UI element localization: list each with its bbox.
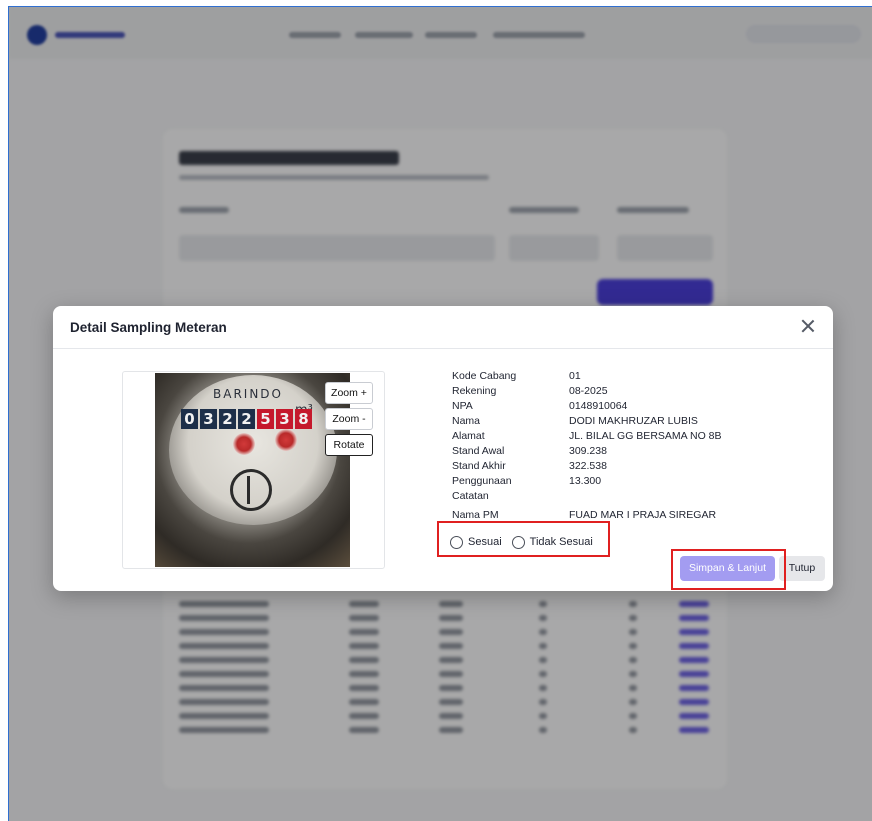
meter-digit: 3 [200, 409, 217, 429]
browser-viewport: Detail Sampling Meteran BARINDO m³ 03225… [8, 6, 872, 821]
meter-digit: 2 [219, 409, 236, 429]
meter-photo-frame: BARINDO m³ 0322538 Zoom + Zoom - Rotate [122, 371, 385, 569]
detail-label: Penggunaan [452, 475, 512, 487]
meter-red-dial [275, 429, 297, 451]
meter-brand-text: BARINDO [213, 387, 283, 401]
detail-label: NPA [452, 400, 473, 412]
detail-label: Alamat [452, 430, 485, 442]
zoom-out-button[interactable]: Zoom - [325, 408, 373, 430]
detail-value: FUAD MAR I PRAJA SIREGAR [569, 509, 717, 521]
detail-value: 309.238 [569, 445, 607, 457]
meter-digit: 0 [181, 409, 198, 429]
highlight-box-options [437, 521, 610, 557]
meter-photo[interactable]: BARINDO m³ 0322538 [155, 373, 350, 567]
meter-digit: 2 [238, 409, 255, 429]
image-tools: Zoom + Zoom - Rotate [325, 382, 375, 460]
zoom-in-button[interactable]: Zoom + [325, 382, 373, 404]
detail-value: JL. BILAL GG BERSAMA NO 8B [569, 430, 722, 442]
close-icon[interactable] [799, 317, 817, 335]
detail-label: Nama PM [452, 509, 499, 521]
detail-value: 01 [569, 370, 581, 382]
meter-logo-icon [230, 469, 272, 511]
detail-label: Nama [452, 415, 481, 427]
meter-red-dial [233, 433, 255, 455]
detail-value: 08-2025 [569, 385, 608, 397]
detail-label: Catatan [452, 490, 489, 502]
detail-value: 13.300 [569, 475, 602, 487]
detail-value: DODI MAKHRUZAR LUBIS [569, 415, 698, 427]
modal-title: Detail Sampling Meteran [70, 320, 227, 335]
meter-digit: 8 [295, 409, 312, 429]
detail-label: Stand Akhir [452, 460, 506, 472]
detail-sampling-modal: Detail Sampling Meteran BARINDO m³ 03225… [53, 306, 833, 591]
meter-digits: 0322538 [181, 409, 314, 429]
meter-digit: 3 [276, 409, 293, 429]
detail-label: Rekening [452, 385, 497, 397]
modal-header: Detail Sampling Meteran [53, 306, 833, 349]
detail-value: 0148910064 [569, 400, 628, 412]
detail-value: 322.538 [569, 460, 607, 472]
meter-digit: 5 [257, 409, 274, 429]
detail-label: Kode Cabang [452, 370, 517, 382]
detail-label: Stand Awal [452, 445, 505, 457]
highlight-box-save [671, 549, 786, 590]
rotate-button[interactable]: Rotate [325, 434, 373, 456]
